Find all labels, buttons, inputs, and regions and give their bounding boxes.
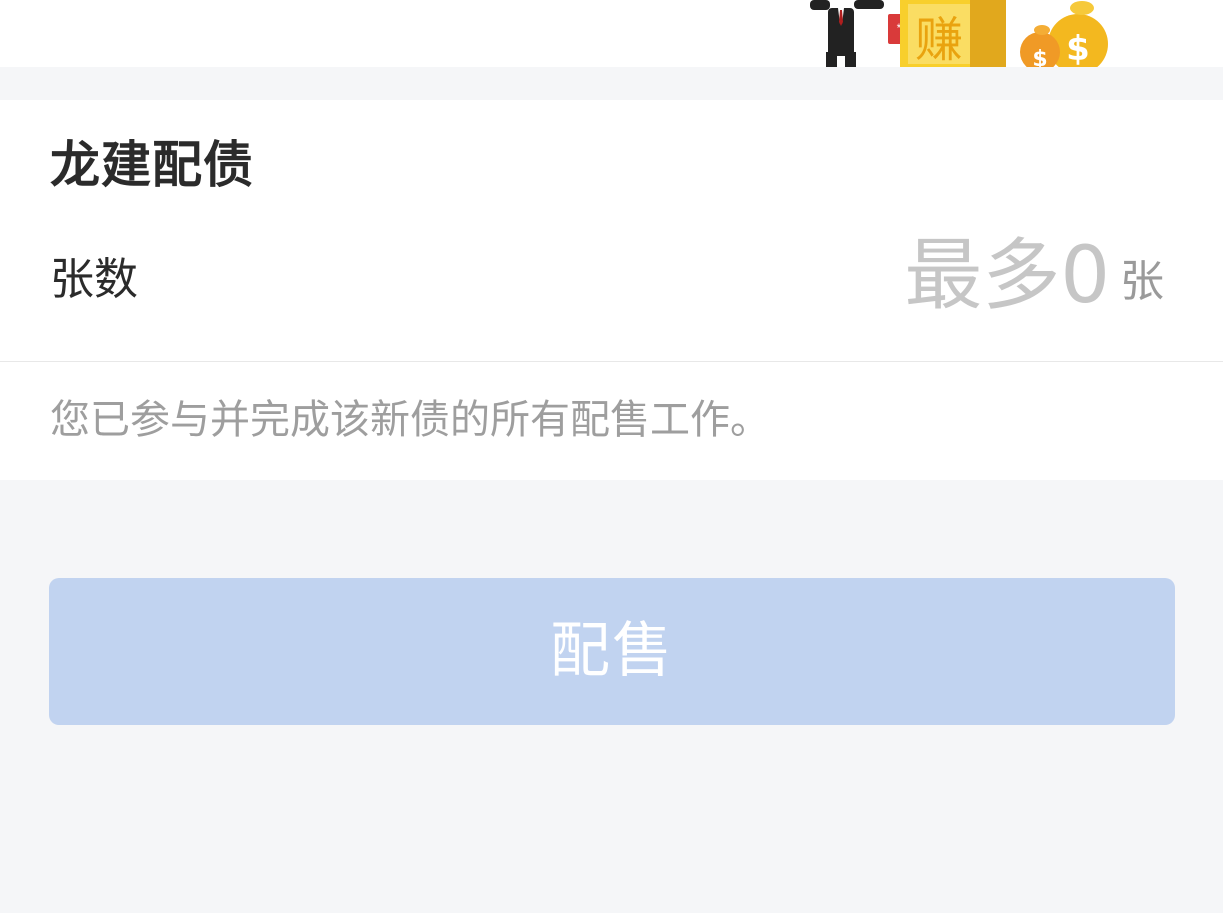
allotment-status-notice: 您已参与并完成该新债的所有配售工作。 [50,397,770,443]
businessman-icon [810,0,884,67]
svg-text:赚: 赚 [915,12,963,67]
divider [0,361,1223,362]
earn-money-illustration: * 赚 $ $ [810,0,1108,67]
quantity-label: 张数 [50,254,138,305]
allot-submit-button[interactable]: 配售 [49,578,1175,725]
svg-text:$: $ [1066,29,1090,67]
quantity-input[interactable] [820,228,1110,324]
svg-text:$: $ [1032,47,1047,67]
gold-box-icon: 赚 [900,0,1006,67]
money-bag-icon: $ $ [1020,1,1108,67]
promo-banner[interactable]: * 赚 $ $ [0,0,1223,67]
bond-name-title: 龙建配债 [50,136,254,194]
quantity-unit-label: 张 [1120,256,1164,307]
